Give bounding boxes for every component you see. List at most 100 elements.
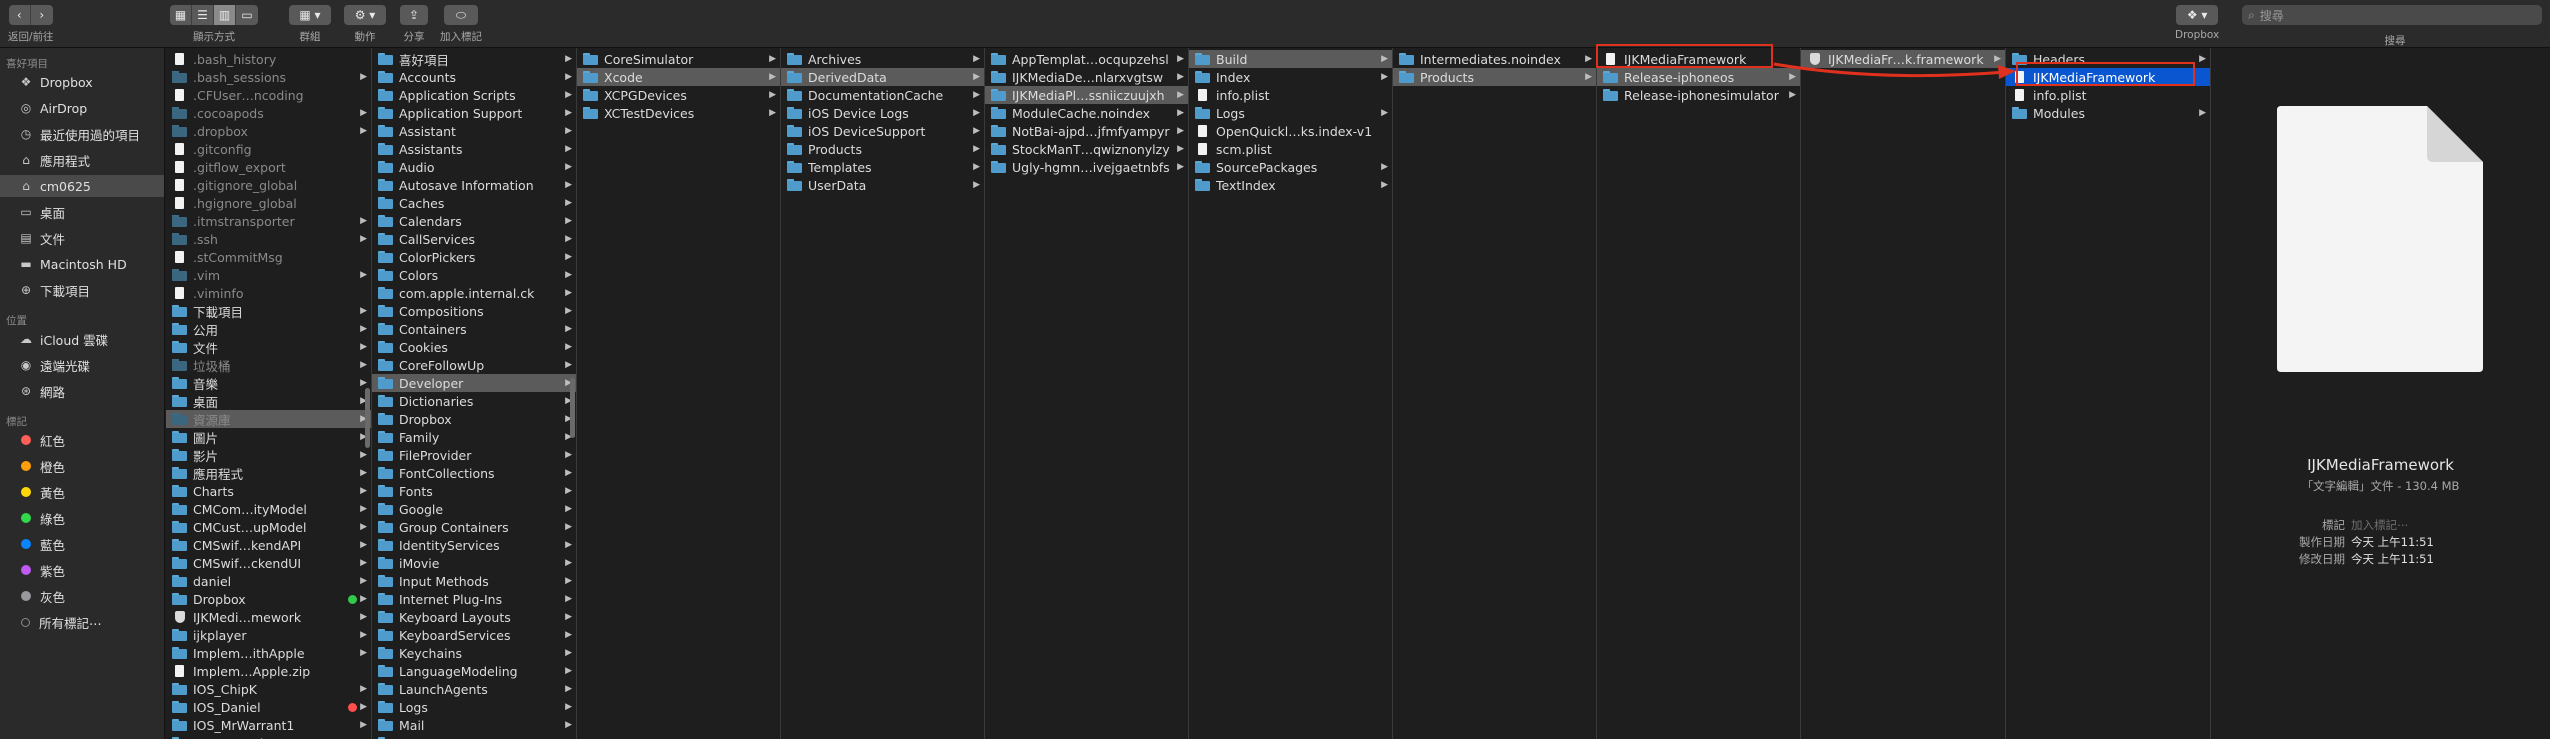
column-row[interactable]: Logs ▶ bbox=[372, 698, 576, 716]
column-row[interactable]: IOS_ChipK ▶ bbox=[166, 680, 371, 698]
column-row[interactable]: Mail ▶ bbox=[372, 716, 576, 734]
column-row[interactable]: CoreSimulator ▶ bbox=[577, 50, 780, 68]
column-row[interactable]: Colors ▶ bbox=[372, 266, 576, 284]
column-row[interactable]: IJKMediaDe…nlarxvgtsw ▶ bbox=[985, 68, 1188, 86]
column-row[interactable]: .dropbox ▶ bbox=[166, 122, 371, 140]
column-row[interactable]: Logs ▶ bbox=[1189, 104, 1392, 122]
column-row[interactable]: KeyboardServices ▶ bbox=[372, 626, 576, 644]
column-row[interactable]: Assistant ▶ bbox=[372, 122, 576, 140]
column-row[interactable]: Templates ▶ bbox=[781, 158, 984, 176]
column-row[interactable]: DocumentationCache ▶ bbox=[781, 86, 984, 104]
column-row[interactable]: Build ▶ bbox=[1189, 50, 1392, 68]
column-row[interactable]: Implem…ithApple ▶ bbox=[166, 644, 371, 662]
column-row[interactable]: .CFUser…ncoding bbox=[166, 86, 371, 104]
action-button[interactable]: ⚙ ▾ bbox=[344, 5, 386, 25]
column-row[interactable]: Application Scripts ▶ bbox=[372, 86, 576, 104]
column-row[interactable]: 文件 ▶ bbox=[166, 338, 371, 356]
tags-input[interactable]: 加入標記⋯ bbox=[2351, 517, 2409, 533]
column-row[interactable]: Group Containers ▶ bbox=[372, 518, 576, 536]
sidebar-item-tag-3[interactable]: 綠色 bbox=[0, 507, 164, 529]
sidebar-item-tag-6[interactable]: 灰色 bbox=[0, 585, 164, 607]
column-row[interactable]: .cocoapods ▶ bbox=[166, 104, 371, 122]
column-row[interactable]: .gitflow_export bbox=[166, 158, 371, 176]
column-row[interactable]: LaunchAgents ▶ bbox=[372, 680, 576, 698]
column-row[interactable]: 應用程式 ▶ bbox=[166, 464, 371, 482]
tag-button[interactable]: ⬭ bbox=[444, 5, 478, 25]
sidebar-item-tag-7[interactable]: 所有標記⋯ bbox=[0, 611, 164, 633]
column-row[interactable]: IOS_MrWarrant1 ▶ bbox=[166, 716, 371, 734]
column-row[interactable]: NotBai-ajpd…jfmfyampyr ▶ bbox=[985, 122, 1188, 140]
sidebar-item-fav-6[interactable]: ▤ 文件 bbox=[0, 227, 164, 249]
sidebar-item-loc-0[interactable]: ☁ iCloud 雲碟 bbox=[0, 328, 164, 350]
column-row[interactable]: .hgignore_global bbox=[166, 194, 371, 212]
column-row[interactable]: Family ▶ bbox=[372, 428, 576, 446]
column-row[interactable]: IJKMedi…mework ▶ bbox=[166, 608, 371, 626]
back-button[interactable]: ‹ bbox=[9, 5, 31, 25]
column-row[interactable]: Containers ▶ bbox=[372, 320, 576, 338]
column-row[interactable]: com.apple.internal.ck ▶ bbox=[372, 284, 576, 302]
sidebar-item-fav-3[interactable]: ⌂ 應用程式 bbox=[0, 149, 164, 171]
dropbox-toolbar-button[interactable]: ❖ ▾ bbox=[2176, 5, 2218, 25]
column-row[interactable]: Products ▶ bbox=[781, 140, 984, 158]
share-button[interactable]: ⇪ bbox=[400, 5, 428, 25]
column-row[interactable]: LanguageModeling ▶ bbox=[372, 662, 576, 680]
column-row[interactable]: Products ▶ bbox=[1393, 68, 1596, 86]
column-row[interactable]: XCTestDevices ▶ bbox=[577, 104, 780, 122]
column-row[interactable]: Intermediates.noindex ▶ bbox=[1393, 50, 1596, 68]
column-row[interactable]: Archives ▶ bbox=[781, 50, 984, 68]
column-row[interactable]: Caches ▶ bbox=[372, 194, 576, 212]
column-row[interactable]: 垃圾桶 ▶ bbox=[166, 356, 371, 374]
column-row[interactable]: scm.plist bbox=[1189, 140, 1392, 158]
column-row[interactable]: SourcePackages ▶ bbox=[1189, 158, 1392, 176]
column-row[interactable]: ColorPickers ▶ bbox=[372, 248, 576, 266]
column-row[interactable]: Messages▶ bbox=[372, 734, 576, 739]
column-row[interactable]: 資源庫 ▶ bbox=[166, 410, 371, 428]
column-row[interactable]: .stCommitMsg bbox=[166, 248, 371, 266]
column-row[interactable]: 下載項目 ▶ bbox=[166, 302, 371, 320]
column-row[interactable]: FontCollections ▶ bbox=[372, 464, 576, 482]
column-row[interactable]: Google ▶ bbox=[372, 500, 576, 518]
sidebar-item-fav-5[interactable]: ▭ 桌面 bbox=[0, 201, 164, 223]
column-row[interactable]: .gitconfig bbox=[166, 140, 371, 158]
column-row[interactable]: CMCust…upModel ▶ bbox=[166, 518, 371, 536]
view-gallery-button[interactable]: ▭ bbox=[236, 5, 258, 25]
column-row[interactable]: UserData ▶ bbox=[781, 176, 984, 194]
column-row[interactable]: Implem…Apple.zip bbox=[166, 662, 371, 680]
column-row[interactable]: Ugly-hgmn…ivejgaetnbfs ▶ bbox=[985, 158, 1188, 176]
scrollbar[interactable] bbox=[365, 388, 370, 448]
column-row[interactable]: Dropbox ▶ bbox=[166, 590, 371, 608]
group-button[interactable]: ▦ ▾ bbox=[289, 5, 331, 25]
column-row[interactable]: Keychains ▶ bbox=[372, 644, 576, 662]
column-row[interactable]: Modules ▶ bbox=[2006, 104, 2210, 122]
view-icons-button[interactable]: ▦ bbox=[170, 5, 192, 25]
column-row[interactable]: .vim ▶ bbox=[166, 266, 371, 284]
column-row[interactable]: 桌面 ▶ bbox=[166, 392, 371, 410]
column-row[interactable]: XCPGDevices ▶ bbox=[577, 86, 780, 104]
sidebar-item-fav-4[interactable]: ⌂ cm0625 bbox=[0, 175, 164, 197]
column-row[interactable]: Index ▶ bbox=[1189, 68, 1392, 86]
column-row[interactable]: Charts ▶ bbox=[166, 482, 371, 500]
column-row[interactable]: TextIndex ▶ bbox=[1189, 176, 1392, 194]
column-row[interactable]: Application Support ▶ bbox=[372, 104, 576, 122]
column-row[interactable]: CallServices ▶ bbox=[372, 230, 576, 248]
column-row[interactable]: Keyboard Layouts ▶ bbox=[372, 608, 576, 626]
sidebar-item-fav-1[interactable]: ◎ AirDrop bbox=[0, 97, 164, 119]
sidebar-item-fav-2[interactable]: ◷ 最近使用過的項目 bbox=[0, 123, 164, 145]
column-row[interactable]: Internet Plug-Ins ▶ bbox=[372, 590, 576, 608]
column-row[interactable]: OpenQuickl…ks.index-v1 bbox=[1189, 122, 1392, 140]
column-row[interactable]: CoreFollowUp ▶ bbox=[372, 356, 576, 374]
column-row[interactable]: FileProvider ▶ bbox=[372, 446, 576, 464]
column-row[interactable]: .bash_history bbox=[166, 50, 371, 68]
column-row[interactable]: Xcode ▶ bbox=[577, 68, 780, 86]
column-row[interactable]: daniel ▶ bbox=[166, 572, 371, 590]
column-row[interactable]: .itmstransporter ▶ bbox=[166, 212, 371, 230]
column-row[interactable]: Assistants ▶ bbox=[372, 140, 576, 158]
sidebar-item-tag-5[interactable]: 紫色 bbox=[0, 559, 164, 581]
search-input[interactable]: ⌕ 搜尋 bbox=[2242, 5, 2542, 25]
column-row[interactable]: CMCom…ityModel ▶ bbox=[166, 500, 371, 518]
column-row[interactable]: ModuleCache.noindex ▶ bbox=[985, 104, 1188, 122]
column-row[interactable]: 公用 ▶ bbox=[166, 320, 371, 338]
column-row[interactable]: Compositions ▶ bbox=[372, 302, 576, 320]
sidebar-item-fav-0[interactable]: ❖ Dropbox bbox=[0, 71, 164, 93]
column-row[interactable]: DerivedData ▶ bbox=[781, 68, 984, 86]
